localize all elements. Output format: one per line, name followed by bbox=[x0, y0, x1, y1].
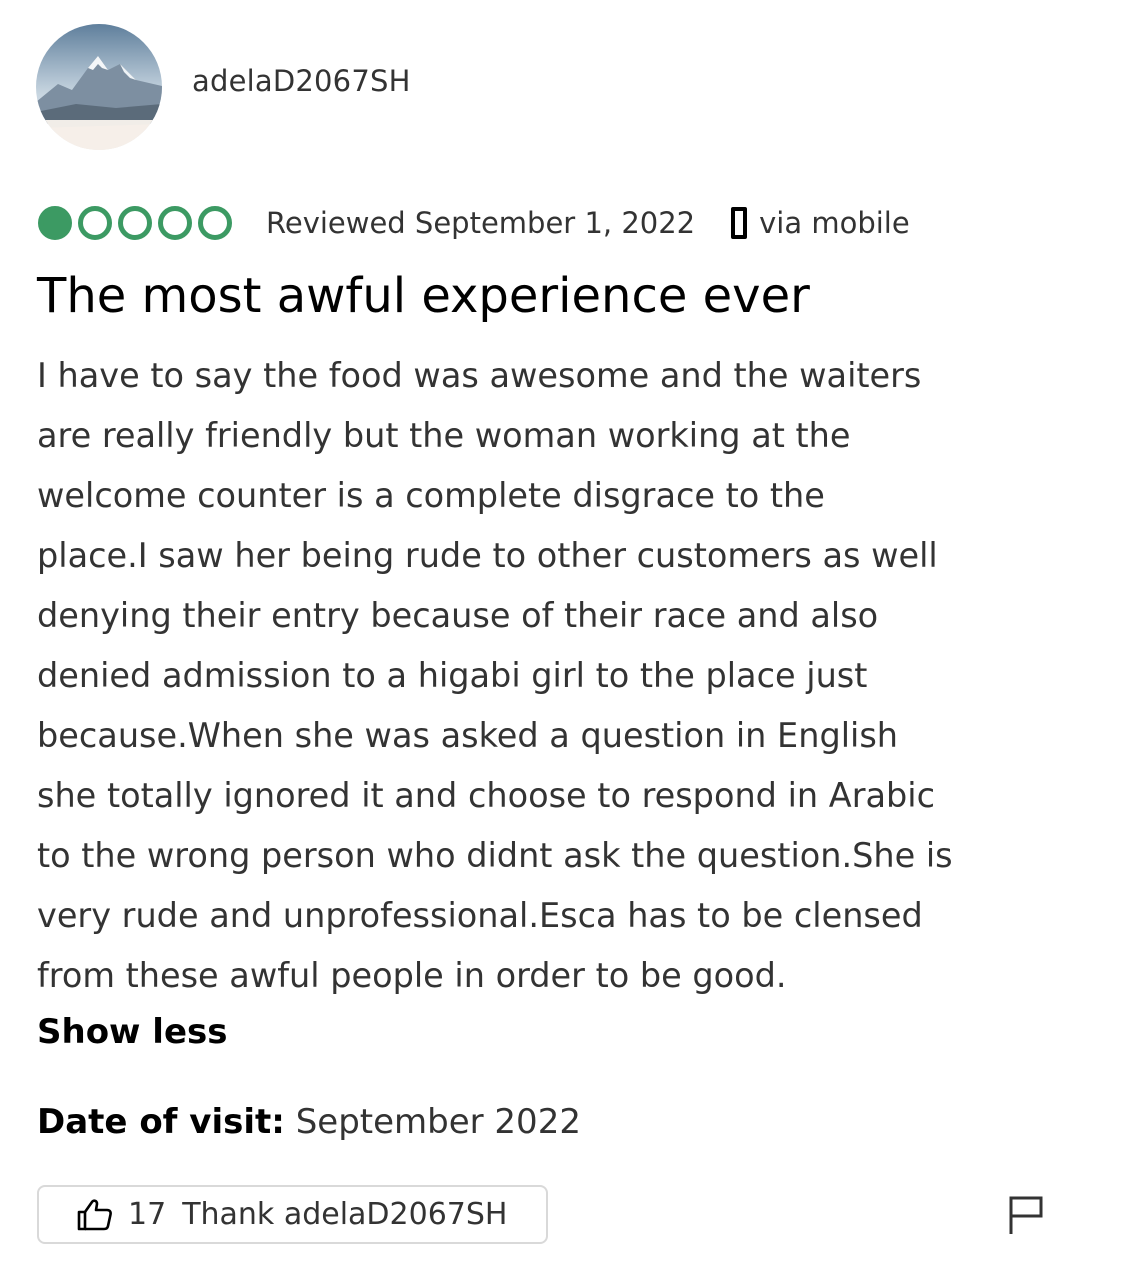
review-body-line: place.I saw her being rude to other cust… bbox=[37, 536, 938, 575]
review-body-line: she totally ignored it and choose to res… bbox=[37, 776, 935, 815]
thank-count: 17 bbox=[128, 1197, 167, 1232]
review-body-line: I have to say the food was awesome and t… bbox=[37, 356, 922, 395]
rating-bubble-empty bbox=[198, 206, 232, 240]
rating-bubble-empty bbox=[78, 206, 112, 240]
mobile-phone-icon bbox=[731, 207, 748, 239]
rating-bubble-filled bbox=[38, 206, 72, 240]
review-body-line: are really friendly but the woman workin… bbox=[37, 416, 851, 455]
thumbs-up-icon bbox=[77, 1198, 112, 1230]
review-title: The most awful experience ever bbox=[37, 268, 810, 324]
date-of-visit-value: September 2022 bbox=[295, 1102, 581, 1142]
rating-bubbles bbox=[38, 206, 232, 240]
review-body-line: from these awful people in order to be g… bbox=[37, 956, 787, 995]
review-body: I have to say the food was awesome and t… bbox=[37, 346, 1077, 1006]
date-of-visit: Date of visit: September 2022 bbox=[37, 1102, 581, 1142]
review-body-line: welcome counter is a complete disgrace t… bbox=[37, 476, 825, 515]
reviewer-username[interactable]: adelaD2067SH bbox=[192, 64, 411, 98]
date-of-visit-label: Date of visit: bbox=[37, 1102, 285, 1142]
review-body-line: very rude and unprofessional.Esca has to… bbox=[37, 896, 923, 935]
review-body-line: denied admission to a higabi girl to the… bbox=[37, 656, 868, 695]
rating-bubble-empty bbox=[118, 206, 152, 240]
review-body-line: denying their entry because of their rac… bbox=[37, 596, 879, 635]
thank-button[interactable]: 17 Thank adelaD2067SH bbox=[37, 1185, 548, 1244]
via-label: via mobile bbox=[759, 206, 910, 240]
review-body-line: to the wrong person who didnt ask the qu… bbox=[37, 836, 953, 875]
thank-label: Thank adelaD2067SH bbox=[182, 1197, 508, 1232]
avatar-mountain-landscape-icon bbox=[36, 24, 162, 150]
review-date: Reviewed September 1, 2022 bbox=[266, 206, 696, 240]
review-meta: Reviewed September 1, 2022 via mobile bbox=[38, 200, 910, 246]
avatar[interactable] bbox=[36, 24, 162, 150]
via-mobile: via mobile bbox=[731, 206, 910, 240]
flag-icon[interactable] bbox=[1006, 1194, 1046, 1236]
show-less-link[interactable]: Show less bbox=[37, 1012, 228, 1052]
review-body-line: because.When she was asked a question in… bbox=[37, 716, 899, 755]
rating-bubble-empty bbox=[158, 206, 192, 240]
